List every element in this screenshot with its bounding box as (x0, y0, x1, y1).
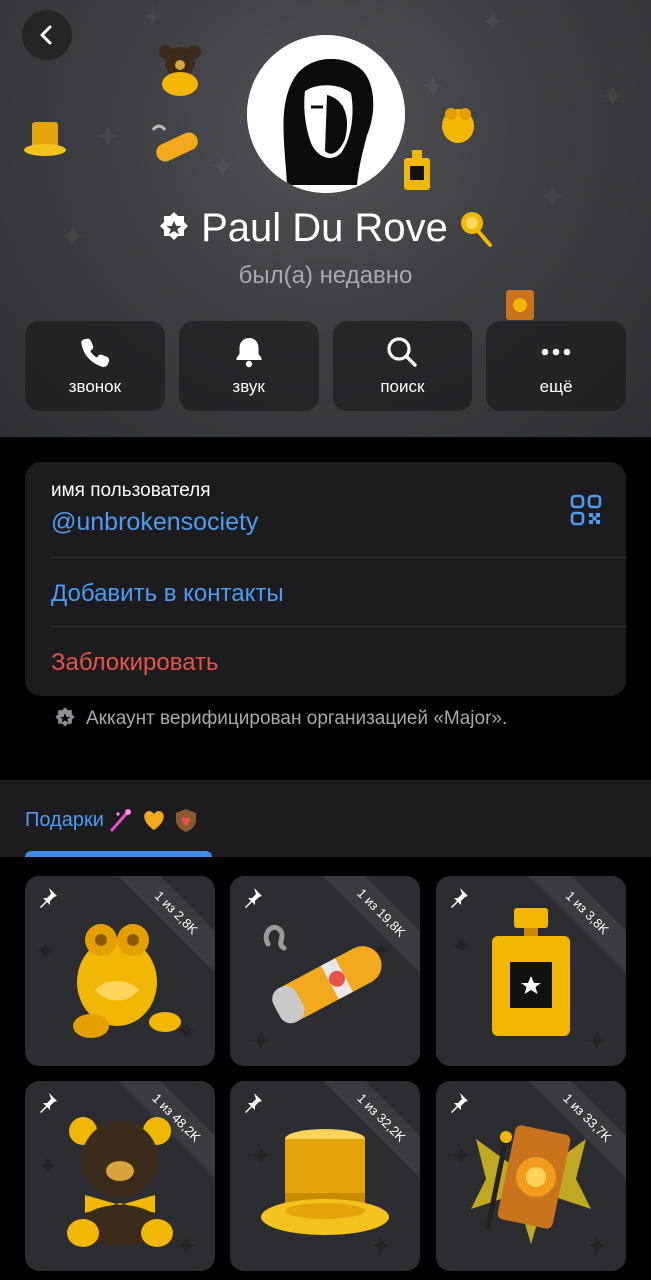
info-card: имя пользователя @unbrokensociety Добави… (25, 462, 626, 696)
gift-card[interactable]: ✦ ✦ 1 из 3,8K (436, 876, 626, 1066)
avatar-portrait-icon (247, 35, 405, 193)
teddy-bear-icon (159, 45, 201, 96)
more-label: ещё (539, 377, 573, 396)
gift-card[interactable]: ✦ ✦ 1 из 48,2K (25, 1081, 215, 1271)
magic-book-icon (506, 290, 534, 320)
divider (51, 557, 626, 558)
verification-note: Аккаунт верифицирован организацией «Majo… (52, 706, 507, 732)
gifts-section: Подарки ✦ ✦ 1 из 2,8K ✦ ✦ 1 из 19,8K ✦ ✦… (0, 780, 651, 1280)
perfume-bottle-icon (492, 908, 570, 1036)
username-label: имя пользователя (51, 480, 211, 501)
gold-frog-icon (442, 108, 474, 143)
verification-text: Аккаунт верифицирован организацией «Majo… (86, 708, 508, 729)
top-hat-icon (24, 122, 66, 156)
gold-cigar-icon (263, 924, 382, 1024)
tab-gifts-label: Подарки (25, 808, 104, 831)
verified-badge-icon (55, 707, 75, 727)
qr-code-icon[interactable] (570, 494, 602, 526)
phone-icon (81, 338, 110, 367)
perfume-icon (404, 150, 430, 190)
sound-label: звук (232, 377, 265, 396)
pattern-icon: ✦ (210, 151, 236, 184)
gold-frog-icon (73, 924, 181, 1038)
username-row[interactable]: имя пользователя @unbrokensociety (51, 480, 258, 537)
gifts-tabbar: Подарки (0, 780, 651, 857)
verified-badge-icon[interactable] (155, 210, 193, 248)
action-bar: звонок звук поиск ещё (25, 321, 626, 411)
more-icon (541, 348, 571, 356)
tab-gifts[interactable]: Подарки (25, 806, 200, 834)
search-label: поиск (380, 377, 425, 396)
bell-icon (236, 338, 262, 368)
shield-heart-icon (175, 809, 196, 832)
divider (51, 626, 626, 627)
username-value[interactable]: @unbrokensociety (51, 508, 258, 537)
search-icon (387, 337, 418, 367)
avatar[interactable] (247, 35, 405, 193)
pattern-icon: ✦ (600, 81, 626, 114)
party-wand-icon (110, 809, 131, 832)
magic-book-icon (471, 1125, 591, 1244)
gift-card[interactable]: ✦ ✦ 1 из 19,8K (230, 876, 420, 1066)
tab-indicator (25, 851, 212, 857)
more-button[interactable]: ещё (486, 321, 626, 411)
sound-button[interactable]: звук (178, 321, 319, 411)
cigar-icon (151, 124, 198, 162)
profile-name: Paul Du Rove (201, 206, 448, 250)
gold-heart-icon (144, 811, 164, 830)
add-contact-button[interactable]: Добавить в контакты (51, 580, 284, 608)
lollipop-icon[interactable] (456, 209, 496, 249)
gift-card[interactable]: ✦ ✦ 1 из 2,8K (25, 876, 215, 1066)
teddy-bear-icon (67, 1117, 173, 1247)
call-label: звонок (68, 377, 122, 396)
back-button[interactable] (22, 10, 72, 60)
block-button[interactable]: Заблокировать (51, 649, 219, 677)
pattern-icon: ✦ (140, 1, 166, 34)
gift-card[interactable]: ✦ ✦ 1 из 32,2K (230, 1081, 420, 1271)
gift-card[interactable]: ✦ ✦ 1 из 33,7K (436, 1081, 626, 1271)
call-button[interactable]: звонок (25, 321, 165, 411)
pattern-icon: ✦ (480, 6, 506, 39)
name-row: Paul Du Rove (0, 206, 651, 251)
last-seen-status: был(а) недавно (238, 262, 413, 289)
top-hat-icon (261, 1129, 389, 1235)
pattern-icon: ✦ (95, 121, 121, 154)
chevron-left-icon (40, 25, 52, 45)
profile-header: ✦ ✦ ✦ ✦ ✦ ✦ ✦ ✦ Paul Du Rove был(а) неда… (0, 0, 651, 437)
search-button[interactable]: поиск (332, 321, 473, 411)
